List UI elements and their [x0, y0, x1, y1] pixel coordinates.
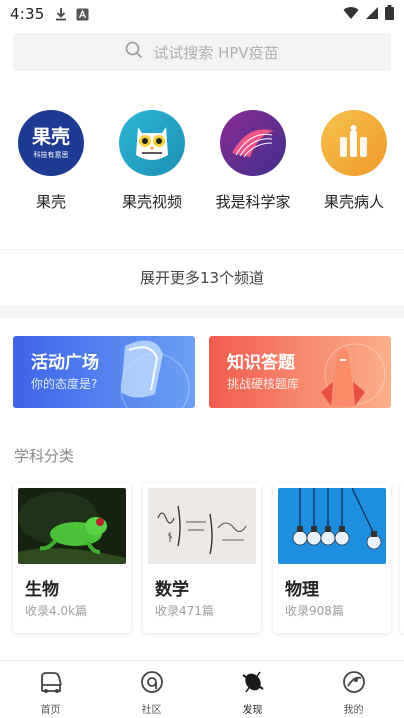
channel-label: 果壳视频: [121, 193, 182, 211]
knowledge-quiz-banner[interactable]: 知识答题 挑战硬核题库: [209, 336, 391, 408]
status-time: 4:35: [10, 5, 45, 23]
subject-count: 收录471篇: [155, 604, 214, 618]
notification-a-icon: [76, 8, 89, 21]
scroll-illustration: [120, 340, 190, 408]
equation-image: [148, 488, 256, 564]
guokr-logo: 果壳 科技有意思: [18, 110, 84, 176]
subject-count: 收录908篇: [285, 604, 344, 618]
subject-name: 生物: [25, 580, 59, 600]
guokr-logo-text: 果壳: [31, 125, 70, 148]
nav-discover[interactable]: 发现: [202, 661, 303, 718]
home-icon: [38, 669, 64, 699]
battery-icon: [385, 4, 394, 24]
wave-logo-icon: [220, 110, 286, 176]
quiz-banner-title: 知识答题: [227, 353, 295, 373]
search-input[interactable]: 试试搜索 HPV疫苗: [13, 33, 391, 71]
channel-list: 果壳 科技有意思 果壳 果壳视频 我是科学家 果壳病人: [0, 110, 404, 220]
wifi-icon: [343, 5, 359, 24]
channel-label: 我是科学家: [215, 193, 291, 211]
activity-square-banner[interactable]: 活动广场 你的态度是?: [13, 336, 195, 408]
light-bulbs-image: [278, 488, 386, 564]
nav-mine[interactable]: 我的: [303, 661, 404, 718]
subject-card-biology[interactable]: 生物 收录4.0k篇: [13, 483, 131, 633]
frog-image: [18, 488, 126, 564]
community-icon: [139, 669, 165, 699]
expand-channels-button[interactable]: 展开更多13个频道: [0, 250, 404, 304]
status-bar: 4:35: [0, 0, 404, 28]
subject-card-physics[interactable]: 物理 收录908篇: [273, 483, 391, 633]
guokr-logo-subtext: 科技有意思: [33, 150, 69, 159]
channel-guokr[interactable]: 果壳 科技有意思 果壳: [1, 110, 101, 212]
channel-label: 果壳: [35, 193, 66, 211]
section-divider: [0, 305, 404, 318]
nav-label: 我的: [343, 705, 364, 716]
activity-banner-title: 活动广场: [31, 353, 99, 373]
bottom-nav: 首页 社区 发现 我的: [0, 660, 404, 718]
nav-home[interactable]: 首页: [0, 661, 101, 718]
patient-logo-icon: [321, 110, 387, 176]
signal-icon: [365, 5, 379, 24]
channel-scientist[interactable]: 我是科学家: [203, 110, 303, 212]
subject-count: 收录4.0k篇: [25, 604, 88, 618]
nav-label: 发现: [242, 705, 263, 716]
channel-label: 果壳病人: [323, 193, 384, 211]
subject-name: 物理: [285, 580, 319, 600]
owl-icon: [119, 110, 185, 176]
subjects-section-title: 学科分类: [14, 447, 75, 465]
discover-icon: [240, 669, 266, 699]
channel-guokr-patient[interactable]: 果壳病人: [304, 110, 404, 212]
nav-label: 社区: [141, 705, 162, 716]
quiz-banner-subtitle: 挑战硬核题库: [227, 377, 300, 391]
nav-community[interactable]: 社区: [101, 661, 202, 718]
channel-guokr-video[interactable]: 果壳视频: [102, 110, 202, 212]
download-icon: [54, 7, 68, 21]
search-placeholder: 试试搜索 HPV疫苗: [153, 43, 279, 62]
subject-card-math[interactable]: 数学 收录471篇: [143, 483, 261, 633]
profile-icon: [341, 669, 367, 699]
search-icon: [125, 41, 143, 63]
subject-card-partial[interactable]: [400, 483, 404, 633]
subject-name: 数学: [155, 580, 189, 600]
nav-label: 首页: [40, 705, 61, 716]
activity-banner-subtitle: 你的态度是?: [31, 377, 98, 391]
rocket-illustration: [321, 343, 386, 406]
